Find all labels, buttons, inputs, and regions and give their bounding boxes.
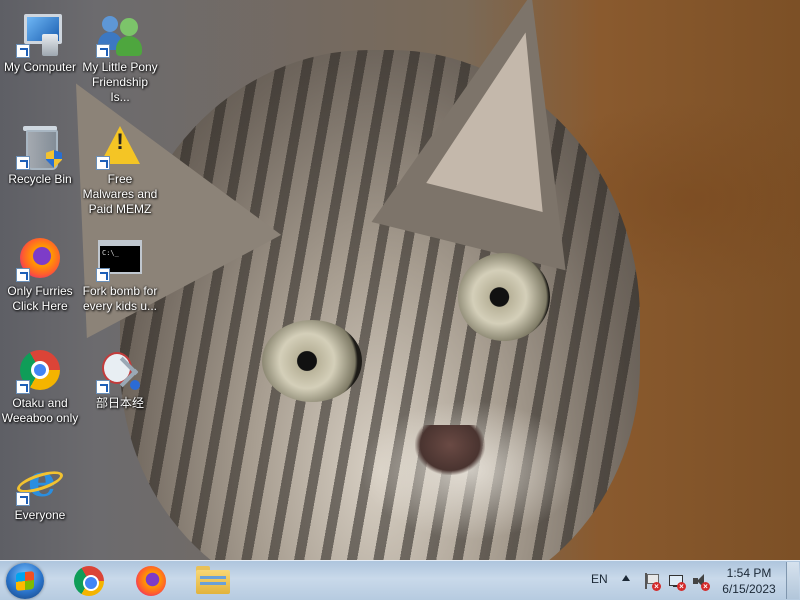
shortcut-arrow-icon bbox=[16, 492, 30, 506]
desktop-icon-my-little-pony[interactable]: My Little Pony Friendship Is... bbox=[80, 10, 160, 105]
recycle-bin-icon bbox=[16, 122, 64, 170]
taskbar-button-explorer[interactable] bbox=[184, 562, 240, 600]
windows-logo-icon bbox=[16, 571, 34, 591]
desktop-icon-label: My Computer bbox=[3, 60, 77, 74]
start-button[interactable] bbox=[6, 563, 44, 599]
desktop-icon-otaku-weeaboo[interactable]: Otaku and Weeaboo only bbox=[0, 346, 80, 426]
shortcut-arrow-icon bbox=[96, 156, 110, 170]
shortcut-arrow-icon bbox=[16, 268, 30, 282]
show-hidden-icons-arrow-icon[interactable] bbox=[622, 575, 630, 581]
desktop-icon-only-furries[interactable]: Only Furries Click Here bbox=[0, 234, 80, 314]
command-prompt-icon: C:\_ bbox=[96, 234, 144, 282]
chrome-icon bbox=[16, 346, 64, 394]
desktop-icon-snipping-tool[interactable]: 部日本经 bbox=[80, 346, 160, 411]
kitten-left-eye bbox=[262, 320, 362, 402]
desktop-icon-label: 部日本经 bbox=[95, 396, 144, 410]
cmd-prompt-text: C:\_ bbox=[102, 249, 119, 257]
clock-time: 1:54 PM bbox=[726, 566, 772, 580]
internet-explorer-icon: e bbox=[14, 458, 66, 506]
firefox-icon bbox=[136, 566, 166, 596]
desktop-icon-my-computer[interactable]: My Computer bbox=[0, 10, 80, 75]
volume-icon[interactable]: × bbox=[692, 573, 710, 591]
desktop-icon-fork-bomb[interactable]: C:\_ Fork bomb for every kids u... bbox=[80, 234, 160, 314]
desktop-icon-recycle-bin[interactable]: Recycle Bin bbox=[0, 122, 80, 187]
desktop-icon-label: Free Malwares and Paid MEMZ bbox=[82, 172, 158, 216]
shortcut-arrow-icon bbox=[96, 268, 110, 282]
taskbar: EN × × × 1:54 PM 6/15/2023 bbox=[0, 560, 800, 600]
taskbar-button-firefox[interactable] bbox=[122, 562, 178, 600]
kitten-right-eye bbox=[458, 253, 550, 341]
action-center-flag-icon[interactable]: × bbox=[643, 573, 661, 591]
shortcut-arrow-icon bbox=[16, 156, 30, 170]
desktop-icon-label: Fork bomb for every kids u... bbox=[82, 284, 158, 313]
kitten-nose bbox=[415, 425, 485, 475]
desktop-icon-label: Recycle Bin bbox=[8, 172, 72, 186]
shortcut-arrow-icon bbox=[96, 44, 110, 58]
taskbar-button-chrome[interactable] bbox=[60, 562, 116, 600]
snipping-tool-icon bbox=[96, 346, 144, 394]
firefox-icon bbox=[16, 234, 64, 282]
network-icon[interactable]: × bbox=[668, 573, 686, 591]
desktop-icon-free-malwares[interactable]: ! Free Malwares and Paid MEMZ bbox=[80, 122, 160, 217]
desktop-icon-everyone[interactable]: e Everyone bbox=[0, 458, 80, 523]
show-desktop-button[interactable] bbox=[786, 562, 799, 599]
desktop-icon-label: Everyone bbox=[14, 508, 66, 522]
computer-icon bbox=[16, 10, 64, 58]
desktop-icon-label: Only Furries Click Here bbox=[7, 284, 73, 313]
clock-date: 6/15/2023 bbox=[722, 582, 776, 596]
system-clock[interactable]: 1:54 PM 6/15/2023 bbox=[716, 565, 782, 597]
users-icon bbox=[96, 10, 144, 58]
desktop-icon-label: Otaku and Weeaboo only bbox=[1, 396, 79, 425]
shortcut-arrow-icon bbox=[16, 380, 30, 394]
language-indicator[interactable]: EN bbox=[591, 572, 608, 586]
shortcut-arrow-icon bbox=[16, 44, 30, 58]
warning-icon: ! bbox=[96, 122, 144, 170]
shortcut-arrow-icon bbox=[96, 380, 110, 394]
desktop-icon-label: My Little Pony Friendship Is... bbox=[82, 60, 158, 104]
